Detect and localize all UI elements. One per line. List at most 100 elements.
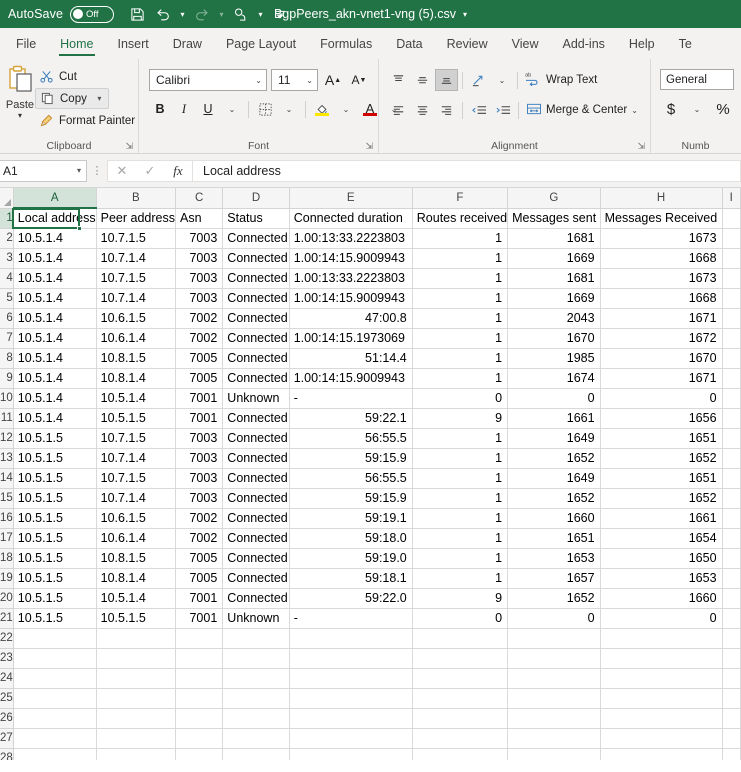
cell-I15[interactable] xyxy=(722,488,740,508)
cell-G8[interactable]: 1985 xyxy=(508,348,601,368)
row-header-13[interactable]: 13 xyxy=(0,448,13,468)
cell-B3[interactable]: 10.7.1.4 xyxy=(96,248,175,268)
cell-E7[interactable]: 1.00:14:15.1973069 xyxy=(289,328,412,348)
cell-A13[interactable]: 10.5.1.5 xyxy=(13,448,96,468)
cell-I17[interactable] xyxy=(722,528,740,548)
cell-C28[interactable] xyxy=(175,748,222,760)
formula-bar-grip[interactable]: ⋮ xyxy=(87,164,107,177)
cell-F5[interactable]: 1 xyxy=(412,288,507,308)
column-header-b[interactable]: B xyxy=(96,188,175,208)
cell-E8[interactable]: 51:14.4 xyxy=(289,348,412,368)
cell-A19[interactable]: 10.5.1.5 xyxy=(13,568,96,588)
cell-E24[interactable] xyxy=(289,668,412,688)
cell-I12[interactable] xyxy=(722,428,740,448)
tab-file[interactable]: File xyxy=(4,28,48,59)
cell-E13[interactable]: 59:15.9 xyxy=(289,448,412,468)
cell-D8[interactable]: Connected xyxy=(223,348,289,368)
column-header-a[interactable]: A xyxy=(13,188,96,208)
cell-D9[interactable]: Connected xyxy=(223,368,289,388)
row-header-20[interactable]: 20 xyxy=(0,588,13,608)
cell-F4[interactable]: 1 xyxy=(412,268,507,288)
cell-C26[interactable] xyxy=(175,708,222,728)
cell-E17[interactable]: 59:18.0 xyxy=(289,528,412,548)
cell-E9[interactable]: 1.00:14:15.9009943 xyxy=(289,368,412,388)
cell-A9[interactable]: 10.5.1.4 xyxy=(13,368,96,388)
cell-G21[interactable]: 0 xyxy=(508,608,601,628)
cell-H2[interactable]: 1673 xyxy=(600,228,722,248)
cell-A10[interactable]: 10.5.1.4 xyxy=(13,388,96,408)
cell-B19[interactable]: 10.8.1.4 xyxy=(96,568,175,588)
cell-C6[interactable]: 7002 xyxy=(175,308,222,328)
cell-F16[interactable]: 1 xyxy=(412,508,507,528)
cell-C11[interactable]: 7001 xyxy=(175,408,222,428)
align-bottom-button[interactable] xyxy=(435,69,458,91)
cell-I10[interactable] xyxy=(722,388,740,408)
cell-D28[interactable] xyxy=(223,748,289,760)
row-header-25[interactable]: 25 xyxy=(0,688,13,708)
cell-I18[interactable] xyxy=(722,548,740,568)
align-right-button[interactable] xyxy=(435,99,458,121)
cell-A22[interactable] xyxy=(13,628,96,648)
cell-D24[interactable] xyxy=(223,668,289,688)
cell-B18[interactable]: 10.8.1.5 xyxy=(96,548,175,568)
cell-E18[interactable]: 59:19.0 xyxy=(289,548,412,568)
cell-C23[interactable] xyxy=(175,648,222,668)
column-header-f[interactable]: F xyxy=(412,188,507,208)
underline-button[interactable]: U xyxy=(197,98,219,120)
cell-D20[interactable]: Connected xyxy=(223,588,289,608)
cell-B24[interactable] xyxy=(96,668,175,688)
underline-caret-icon[interactable]: ⌄ xyxy=(221,98,243,120)
row-header-26[interactable]: 26 xyxy=(0,708,13,728)
cell-F19[interactable]: 1 xyxy=(412,568,507,588)
tab-draw[interactable]: Draw xyxy=(161,28,214,59)
cell-H19[interactable]: 1653 xyxy=(600,568,722,588)
cell-E23[interactable] xyxy=(289,648,412,668)
cell-E19[interactable]: 59:18.1 xyxy=(289,568,412,588)
cell-C4[interactable]: 7003 xyxy=(175,268,222,288)
cell-C8[interactable]: 7005 xyxy=(175,348,222,368)
cell-C22[interactable] xyxy=(175,628,222,648)
font-size-combobox[interactable]: 11 ⌄ xyxy=(271,69,318,91)
row-header-18[interactable]: 18 xyxy=(0,548,13,568)
cell-F6[interactable]: 1 xyxy=(412,308,507,328)
cell-A27[interactable] xyxy=(13,728,96,748)
cell-A20[interactable]: 10.5.1.5 xyxy=(13,588,96,608)
cell-D17[interactable]: Connected xyxy=(223,528,289,548)
cell-H25[interactable] xyxy=(600,688,722,708)
cell-H1[interactable]: Messages Received xyxy=(600,208,722,228)
cell-H21[interactable]: 0 xyxy=(600,608,722,628)
cell-G18[interactable]: 1653 xyxy=(508,548,601,568)
wrap-text-button[interactable]: ab Wrap Text xyxy=(522,69,600,91)
cell-H18[interactable]: 1650 xyxy=(600,548,722,568)
cell-H11[interactable]: 1656 xyxy=(600,408,722,428)
cell-H28[interactable] xyxy=(600,748,722,760)
cell-C25[interactable] xyxy=(175,688,222,708)
increase-font-size-button[interactable]: A▲ xyxy=(322,69,344,91)
cell-G27[interactable] xyxy=(508,728,601,748)
row-header-8[interactable]: 8 xyxy=(0,348,13,368)
cell-H13[interactable]: 1652 xyxy=(600,448,722,468)
tab-formulas[interactable]: Formulas xyxy=(308,28,384,59)
cell-C12[interactable]: 7003 xyxy=(175,428,222,448)
cell-H5[interactable]: 1668 xyxy=(600,288,722,308)
cell-I2[interactable] xyxy=(722,228,740,248)
cell-C16[interactable]: 7002 xyxy=(175,508,222,528)
cell-H23[interactable] xyxy=(600,648,722,668)
row-header-9[interactable]: 9 xyxy=(0,368,13,388)
cell-B2[interactable]: 10.7.1.5 xyxy=(96,228,175,248)
cell-D21[interactable]: Unknown xyxy=(223,608,289,628)
cell-C15[interactable]: 7003 xyxy=(175,488,222,508)
cell-I16[interactable] xyxy=(722,508,740,528)
cell-G17[interactable]: 1651 xyxy=(508,528,601,548)
cell-A2[interactable]: 10.5.1.4 xyxy=(13,228,96,248)
cell-G7[interactable]: 1670 xyxy=(508,328,601,348)
cell-E25[interactable] xyxy=(289,688,412,708)
cell-G11[interactable]: 1661 xyxy=(508,408,601,428)
cell-C2[interactable]: 7003 xyxy=(175,228,222,248)
cell-G14[interactable]: 1649 xyxy=(508,468,601,488)
cell-A16[interactable]: 10.5.1.5 xyxy=(13,508,96,528)
cell-D7[interactable]: Connected xyxy=(223,328,289,348)
cell-D25[interactable] xyxy=(223,688,289,708)
cell-I6[interactable] xyxy=(722,308,740,328)
row-header-22[interactable]: 22 xyxy=(0,628,13,648)
